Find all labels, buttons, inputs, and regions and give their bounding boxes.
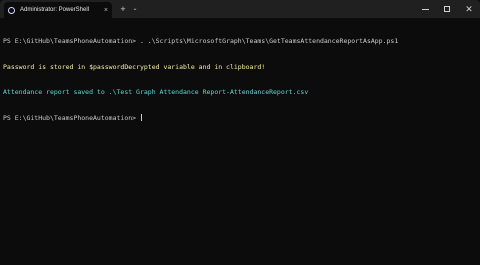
- current-prompt-line: PS E:\GitHub\TeamsPhoneAutomation>: [3, 113, 476, 123]
- terminal-output[interactable]: PS E:\GitHub\TeamsPhoneAutomation> . .\S…: [3, 20, 476, 265]
- terminal-window: Administrator: PowerShell × + ⌄ ✕ PS E:\…: [0, 0, 480, 265]
- maximize-icon: [444, 6, 450, 12]
- scrollbar[interactable]: [477, 22, 479, 262]
- new-tab-button[interactable]: +: [118, 4, 128, 14]
- window-controls: ✕: [414, 0, 480, 18]
- chevron-down-icon[interactable]: ⌄: [131, 4, 139, 14]
- output-report-saved-message: Attendance report saved to .\Test Graph …: [3, 88, 309, 96]
- tab-powershell[interactable]: Administrator: PowerShell ×: [4, 2, 112, 18]
- minimize-icon: [421, 8, 429, 10]
- minimize-button[interactable]: [414, 0, 436, 18]
- text-cursor: [140, 113, 142, 121]
- output-password-message: Password is stored in $passwordDecrypted…: [3, 62, 266, 71]
- close-window-button[interactable]: ✕: [458, 0, 480, 18]
- prompt: PS E:\GitHub\TeamsPhoneAutomation>: [3, 37, 140, 45]
- dot-source-operator: .: [139, 37, 148, 45]
- prompt: PS E:\GitHub\TeamsPhoneAutomation>: [3, 113, 140, 122]
- powershell-icon: [8, 6, 15, 14]
- maximize-button[interactable]: [436, 0, 458, 18]
- command-line: PS E:\GitHub\TeamsPhoneAutomation> . .\S…: [3, 37, 476, 46]
- title-bar: Administrator: PowerShell × + ⌄ ✕: [0, 0, 480, 18]
- close-icon: ✕: [465, 3, 473, 14]
- tab-title: Administrator: PowerShell: [20, 7, 90, 13]
- close-tab-icon[interactable]: ×: [104, 7, 108, 14]
- script-path: .\Scripts\MicrosoftGraph\Teams\GetTeamsA…: [147, 37, 399, 45]
